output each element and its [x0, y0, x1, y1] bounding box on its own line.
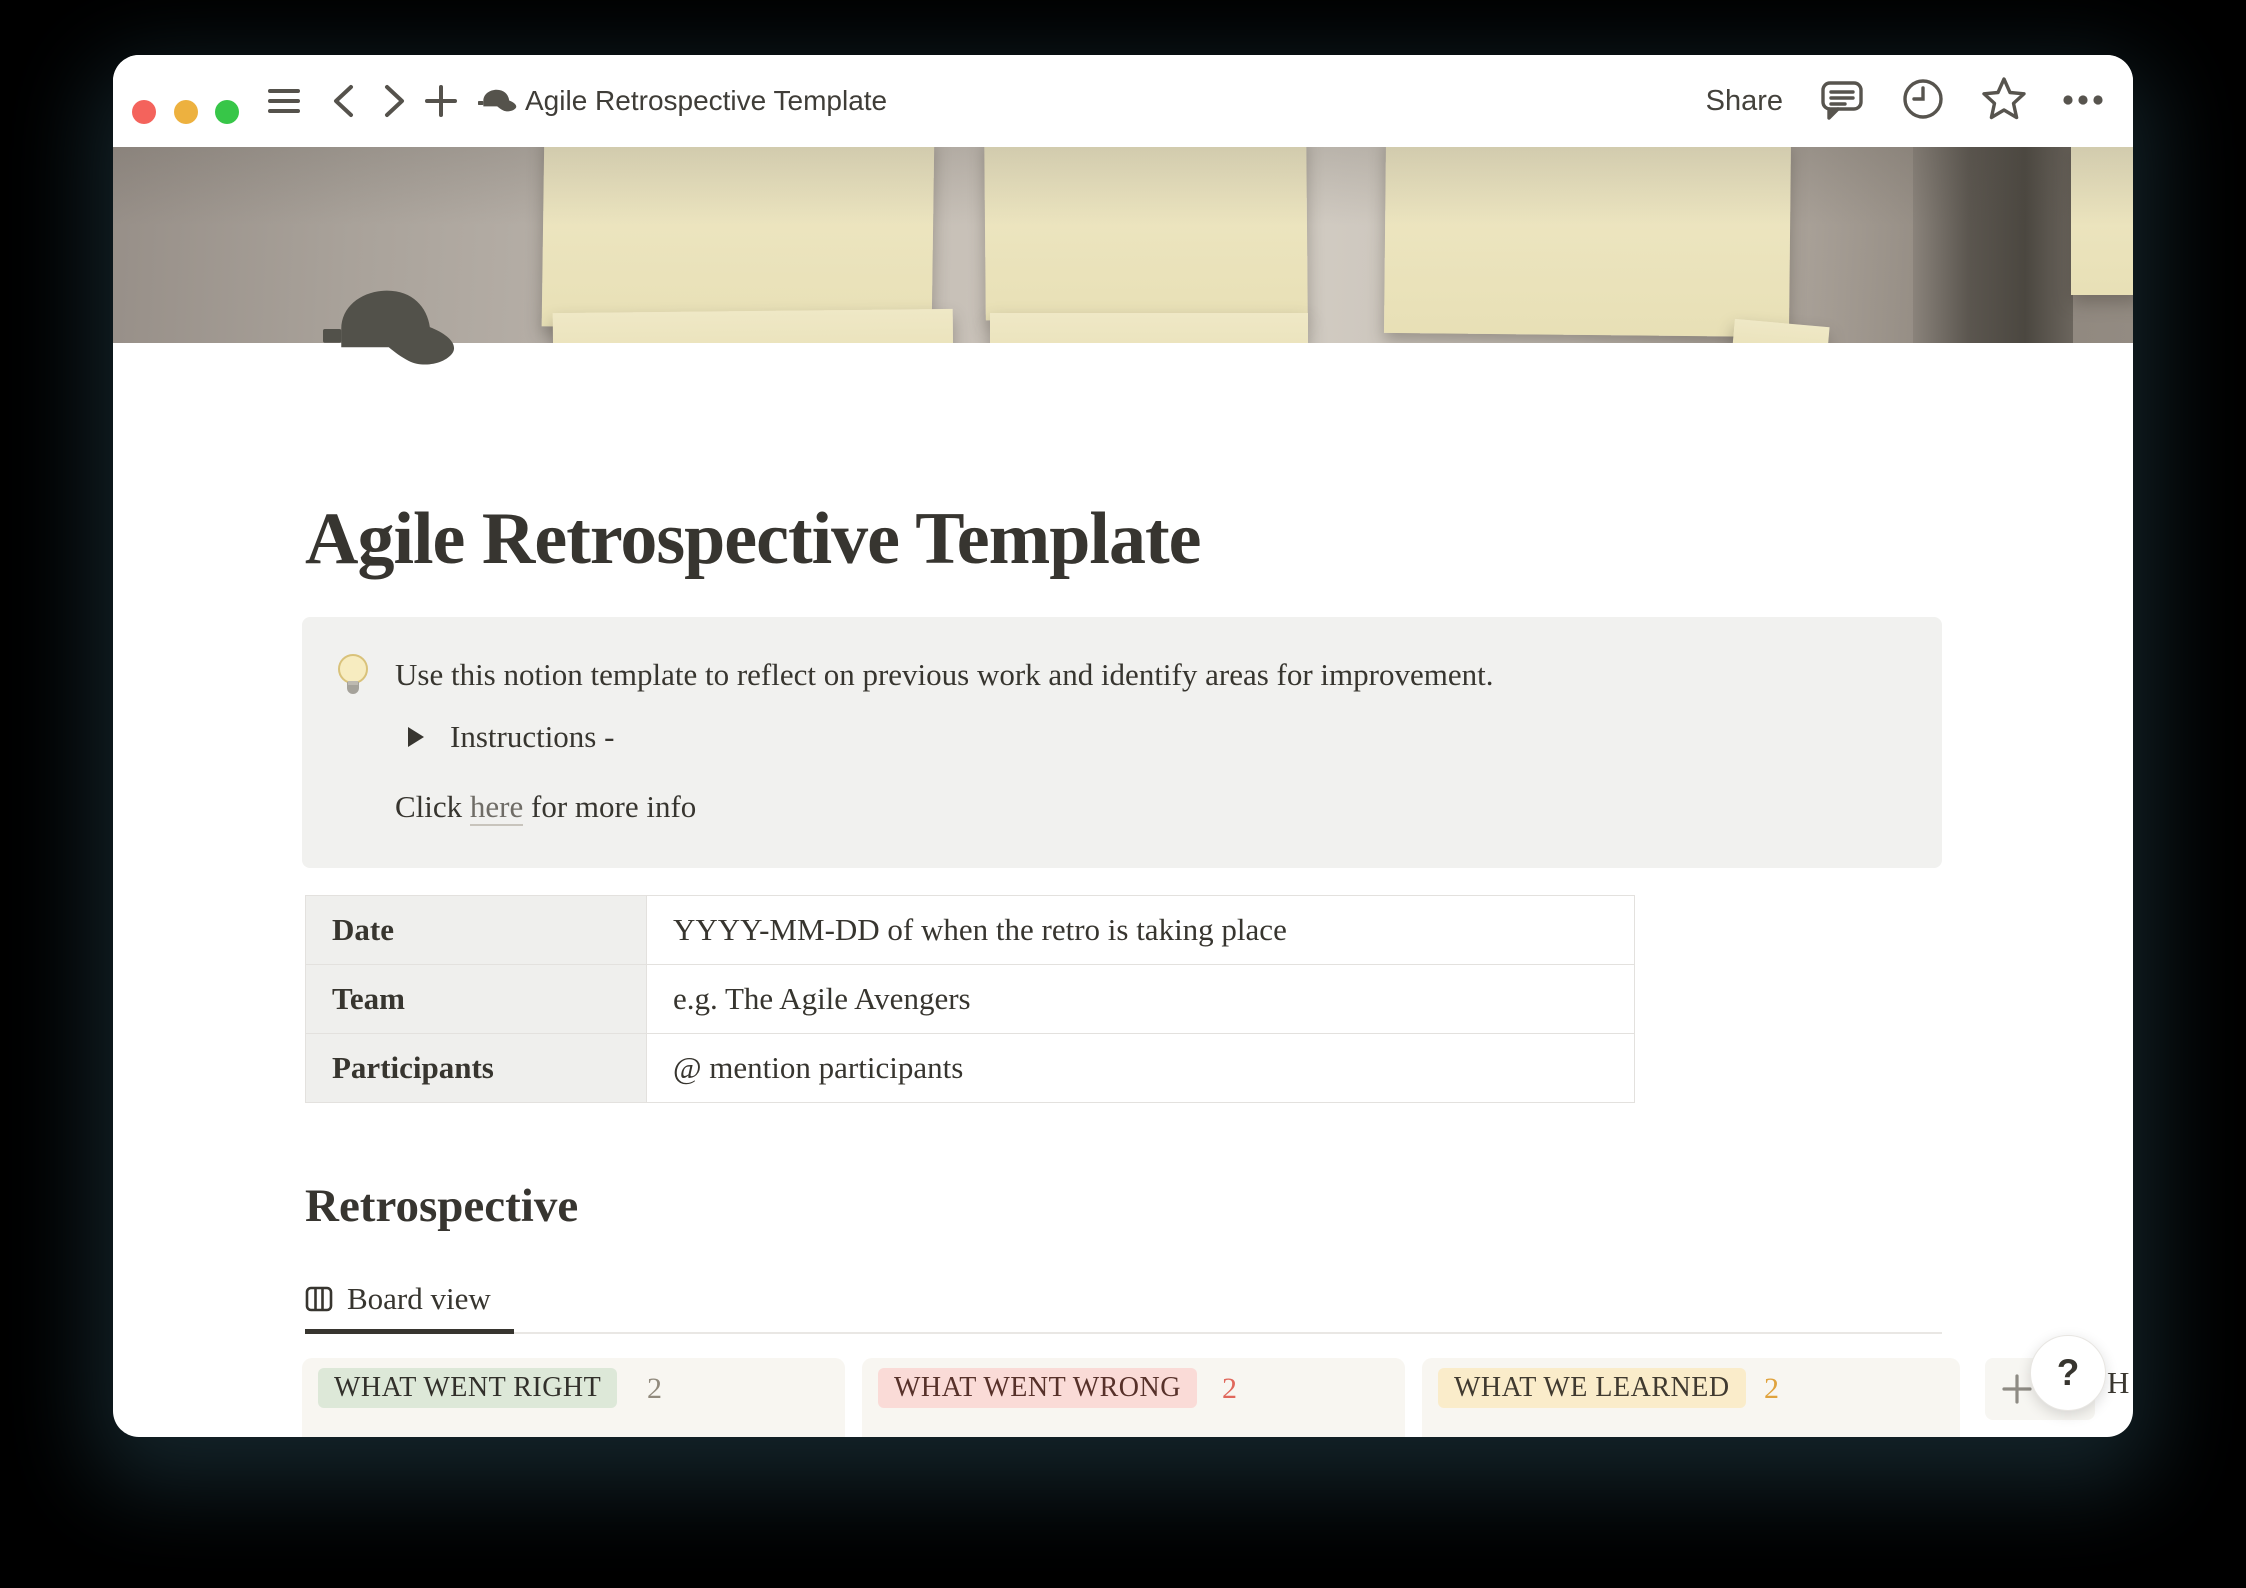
minimize-window-button[interactable] — [174, 100, 198, 124]
table-cell-value[interactable]: e.g. The Agile Avengers — [647, 965, 1635, 1034]
history-clock-icon[interactable] — [1901, 77, 1945, 126]
tab-board-view[interactable]: Board view — [305, 1281, 491, 1317]
sticky-note — [1384, 147, 1791, 337]
desktop-background: Agile Retrospective Template Share — [0, 0, 2246, 1588]
sticky-note — [984, 147, 1308, 320]
group-pill[interactable]: WHAT WE LEARNED — [1438, 1368, 1746, 1408]
toggle-label: Instructions - — [450, 719, 614, 755]
group-pill[interactable]: WHAT WENT WRONG — [878, 1368, 1197, 1408]
table-cell-value[interactable]: YYYY-MM-DD of when the retro is taking p… — [647, 896, 1635, 965]
table-row: Date YYYY-MM-DD of when the retro is tak… — [306, 896, 1635, 965]
tab-title: Agile Retrospective Template — [525, 55, 887, 147]
titlebar-actions: Share — [1706, 55, 2103, 147]
active-tab-underline — [305, 1329, 514, 1334]
sticky-note — [542, 147, 935, 332]
board-column-what-we-learned: WHAT WE LEARNED 2 — [1422, 1358, 1960, 1437]
cover-window-frame-line — [653, 147, 678, 343]
board-column-what-went-right: WHAT WENT RIGHT 2 — [302, 1358, 845, 1437]
table-cell-label[interactable]: Team — [306, 965, 647, 1034]
more-options-icon[interactable] — [2063, 92, 2103, 110]
group-pill[interactable]: WHAT WENT RIGHT — [318, 1368, 617, 1408]
group-count: 2 — [1222, 1372, 1237, 1406]
table-cell-value[interactable]: @ mention participants — [647, 1034, 1635, 1103]
comments-icon[interactable] — [1819, 76, 1865, 127]
sticky-note — [553, 309, 954, 343]
lightbulb-icon — [335, 653, 371, 706]
callout-text: Use this notion template to reflect on p… — [395, 657, 1493, 693]
tab-cap-icon — [477, 55, 519, 147]
partially-visible-group-label: H — [2107, 1365, 2129, 1401]
board-column-what-went-wrong: WHAT WENT WRONG 2 — [862, 1358, 1405, 1437]
help-button[interactable]: ? — [2030, 1335, 2106, 1411]
board-view-label: Board view — [347, 1281, 491, 1317]
group-count: 2 — [1764, 1372, 1779, 1406]
info-table: Date YYYY-MM-DD of when the retro is tak… — [305, 895, 1635, 1103]
tabs-divider — [305, 1332, 1942, 1334]
board-view-icon — [305, 1285, 333, 1313]
page-icon-cap[interactable] — [323, 283, 460, 375]
table-row: Team e.g. The Agile Avengers — [306, 965, 1635, 1034]
sticky-note — [2071, 147, 2133, 295]
back-icon[interactable] — [329, 55, 357, 147]
sticky-note — [990, 313, 1308, 343]
here-link[interactable]: here — [470, 789, 523, 826]
table-cell-label[interactable]: Participants — [306, 1034, 647, 1103]
share-button[interactable]: Share — [1706, 85, 1783, 118]
callout-block: Use this notion template to reflect on p… — [302, 617, 1942, 868]
sticky-note — [1731, 319, 1829, 343]
sidebar-menu-icon[interactable] — [267, 55, 301, 147]
plus-icon — [2001, 1373, 2033, 1405]
instructions-toggle[interactable]: Instructions - — [408, 717, 614, 757]
callout-link-line: Click here for more info — [395, 789, 696, 825]
cover-window-frame-line — [1238, 147, 1258, 343]
cover-dark-wall-strip — [1913, 147, 2073, 343]
toggle-triangle-icon — [408, 727, 424, 747]
zoom-window-button[interactable] — [215, 100, 239, 124]
new-tab-icon[interactable] — [423, 55, 459, 147]
forward-icon[interactable] — [381, 55, 409, 147]
favorite-star-icon[interactable] — [1981, 76, 2027, 127]
window-titlebar: Agile Retrospective Template Share — [113, 55, 2133, 147]
table-cell-label[interactable]: Date — [306, 896, 647, 965]
section-heading: Retrospective — [305, 1179, 578, 1233]
group-count: 2 — [647, 1372, 662, 1406]
close-window-button[interactable] — [132, 100, 156, 124]
table-row: Participants @ mention participants — [306, 1034, 1635, 1103]
page-title: Agile Retrospective Template — [305, 497, 1200, 582]
notion-window: Agile Retrospective Template Share — [113, 55, 2133, 1437]
